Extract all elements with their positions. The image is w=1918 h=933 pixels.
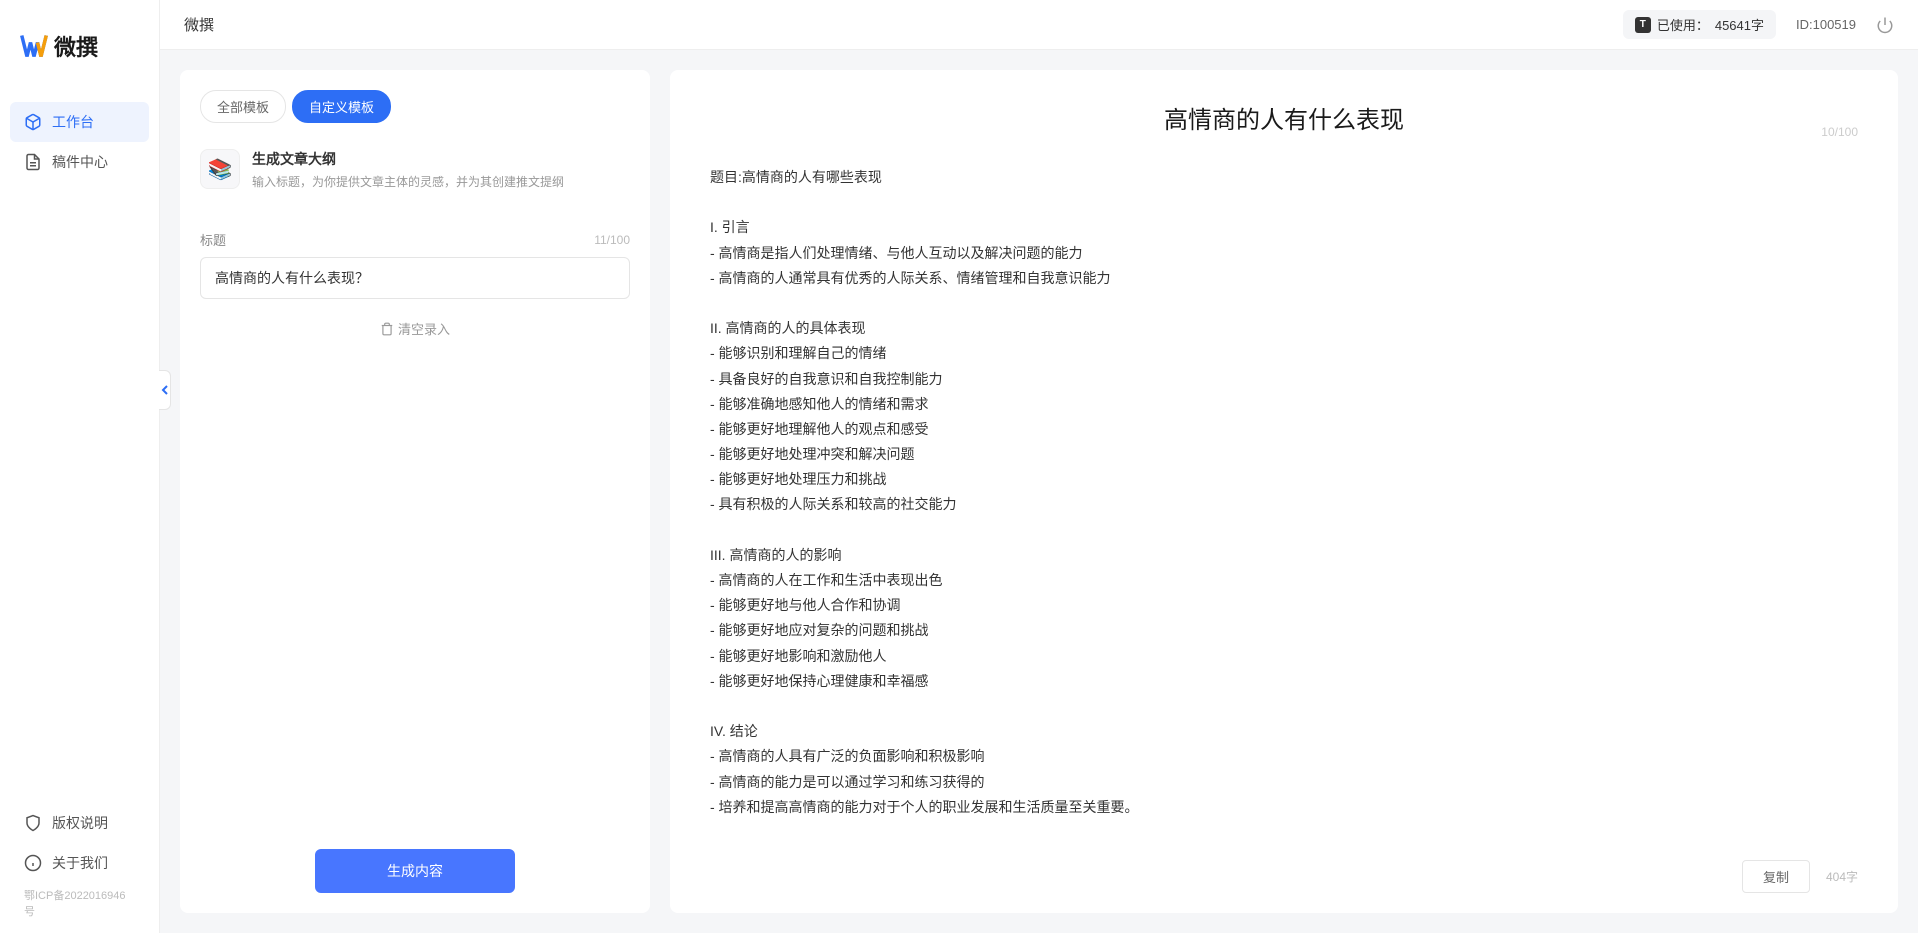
logo-icon	[20, 32, 48, 60]
clear-label: 清空录入	[398, 319, 450, 338]
template-card: 📚 生成文章大纲 输入标题，为你提供文章主体的灵感，并为其创建推文提纲	[200, 143, 630, 210]
nav-drafts[interactable]: 稿件中心	[10, 142, 149, 182]
footer-item-label: 关于我们	[52, 853, 108, 873]
footer-copyright[interactable]: 版权说明	[10, 803, 149, 843]
template-tabs: 全部模板 自定义模板	[200, 90, 630, 123]
result-title[interactable]: 高情商的人有什么表现	[1164, 100, 1404, 135]
field-label-title: 标题	[200, 230, 226, 249]
sidebar-footer: 版权说明 关于我们 鄂ICP备2022016946号	[0, 803, 159, 933]
topbar: 微撰 T 已使用： 45641字 ID:100519	[160, 0, 1918, 50]
footer-about[interactable]: 关于我们	[10, 843, 149, 883]
nav-list: 工作台 稿件中心	[0, 102, 159, 803]
result-panel: 高情商的人有什么表现 10/100 题目:高情商的人有哪些表现 I. 引言 - …	[670, 70, 1898, 913]
logo-text: 微撰	[54, 30, 98, 62]
nav-item-label: 稿件中心	[52, 152, 108, 172]
icp-text: 鄂ICP备2022016946号	[10, 883, 149, 923]
page-title: 微撰	[184, 14, 214, 35]
nav-item-label: 工作台	[52, 112, 94, 132]
info-icon	[24, 854, 42, 872]
text-icon: T	[1635, 17, 1651, 33]
nav-workbench[interactable]: 工作台	[10, 102, 149, 142]
logo[interactable]: 微撰	[0, 0, 159, 102]
usage-label: 已使用：	[1657, 15, 1709, 34]
shield-icon	[24, 814, 42, 832]
template-books-icon: 📚	[200, 149, 240, 189]
result-title-count: 10/100	[1821, 125, 1858, 139]
document-icon	[24, 153, 42, 171]
user-id: ID:100519	[1796, 17, 1856, 32]
input-panel: 全部模板 自定义模板 📚 生成文章大纲 输入标题，为你提供文章主体的灵感，并为其…	[180, 70, 650, 913]
word-count: 404字	[1826, 868, 1858, 885]
sidebar-collapse-handle[interactable]	[159, 370, 171, 410]
template-title: 生成文章大纲	[252, 149, 630, 169]
usage-value: 45641字	[1715, 15, 1764, 34]
copy-button[interactable]: 复制	[1742, 860, 1810, 893]
usage-badge[interactable]: T 已使用： 45641字	[1623, 10, 1776, 39]
cube-icon	[24, 113, 42, 131]
field-char-count: 11/100	[594, 233, 630, 247]
clear-input-button[interactable]: 清空录入	[380, 319, 450, 338]
result-body[interactable]: 题目:高情商的人有哪些表现 I. 引言 - 高情商是指人们处理情绪、与他人互动以…	[710, 165, 1858, 840]
template-desc: 输入标题，为你提供文章主体的灵感，并为其创建推文提纲	[252, 173, 630, 190]
generate-button[interactable]: 生成内容	[315, 849, 515, 893]
sidebar: 微撰 工作台 稿件中心 版权说明 关于我们 鄂ICP备202201	[0, 0, 160, 933]
chevron-left-icon	[161, 384, 169, 396]
tab-all-templates[interactable]: 全部模板	[200, 90, 286, 123]
tab-custom-templates[interactable]: 自定义模板	[292, 90, 391, 123]
footer-item-label: 版权说明	[52, 813, 108, 833]
title-input[interactable]	[200, 257, 630, 299]
trash-icon	[380, 322, 394, 336]
power-icon[interactable]	[1876, 16, 1894, 34]
